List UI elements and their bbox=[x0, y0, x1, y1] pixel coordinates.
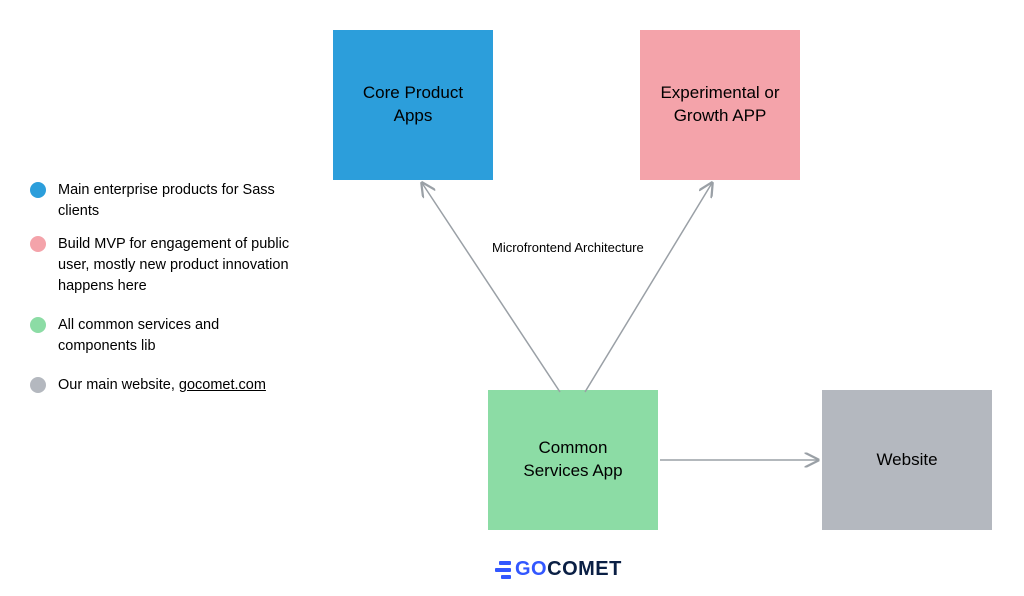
node-common-services-app: CommonServices App bbox=[488, 390, 658, 530]
node-core-product-apps: Core ProductApps bbox=[333, 30, 493, 180]
node-label: Website bbox=[876, 449, 937, 472]
arrow-common-to-core bbox=[422, 183, 560, 392]
logo-text-go: GO bbox=[515, 558, 547, 581]
arrow-common-to-exp bbox=[585, 183, 712, 392]
node-website: Website bbox=[822, 390, 992, 530]
edge-label-microfrontend: Microfrontend Architecture bbox=[492, 240, 644, 255]
logo-text-comet: COMET bbox=[547, 558, 622, 581]
node-label: Experimental orGrowth APP bbox=[660, 82, 779, 128]
legend: Main enterprise products for Sass client… bbox=[30, 180, 300, 408]
node-experimental-growth-app: Experimental orGrowth APP bbox=[640, 30, 800, 180]
legend-item-website: Our main website, gocomet.com bbox=[30, 375, 300, 396]
logo-bars-icon bbox=[495, 559, 511, 580]
node-label: CommonServices App bbox=[523, 437, 622, 483]
legend-text: Build MVP for engagement of public user,… bbox=[58, 234, 300, 297]
legend-text: Our main website, gocomet.com bbox=[58, 375, 300, 396]
legend-swatch-pink bbox=[30, 236, 46, 252]
legend-item-core: Main enterprise products for Sass client… bbox=[30, 180, 300, 222]
legend-text: All common services and components lib bbox=[58, 315, 300, 357]
legend-swatch-grey bbox=[30, 377, 46, 393]
node-label: Core ProductApps bbox=[363, 82, 463, 128]
legend-text: Main enterprise products for Sass client… bbox=[58, 180, 300, 222]
legend-website-link[interactable]: gocomet.com bbox=[179, 377, 266, 393]
legend-item-common: All common services and components lib bbox=[30, 315, 300, 357]
legend-item-exp: Build MVP for engagement of public user,… bbox=[30, 234, 300, 297]
gocomet-logo: GOCOMET bbox=[495, 558, 622, 581]
legend-swatch-green bbox=[30, 317, 46, 333]
legend-swatch-blue bbox=[30, 182, 46, 198]
